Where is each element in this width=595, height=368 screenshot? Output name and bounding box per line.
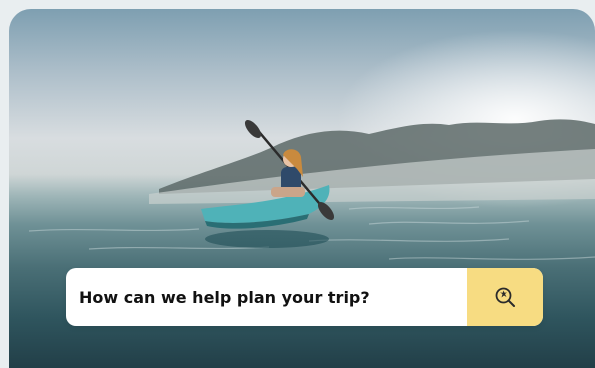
kayak-reflection — [205, 230, 329, 248]
trip-search-bar: How can we help plan your trip? — [66, 268, 543, 326]
search-travel-icon — [495, 287, 515, 307]
trip-search-input[interactable]: How can we help plan your trip? — [66, 268, 467, 326]
hero-card: How can we help plan your trip? — [9, 9, 595, 368]
search-button[interactable] — [467, 268, 543, 326]
